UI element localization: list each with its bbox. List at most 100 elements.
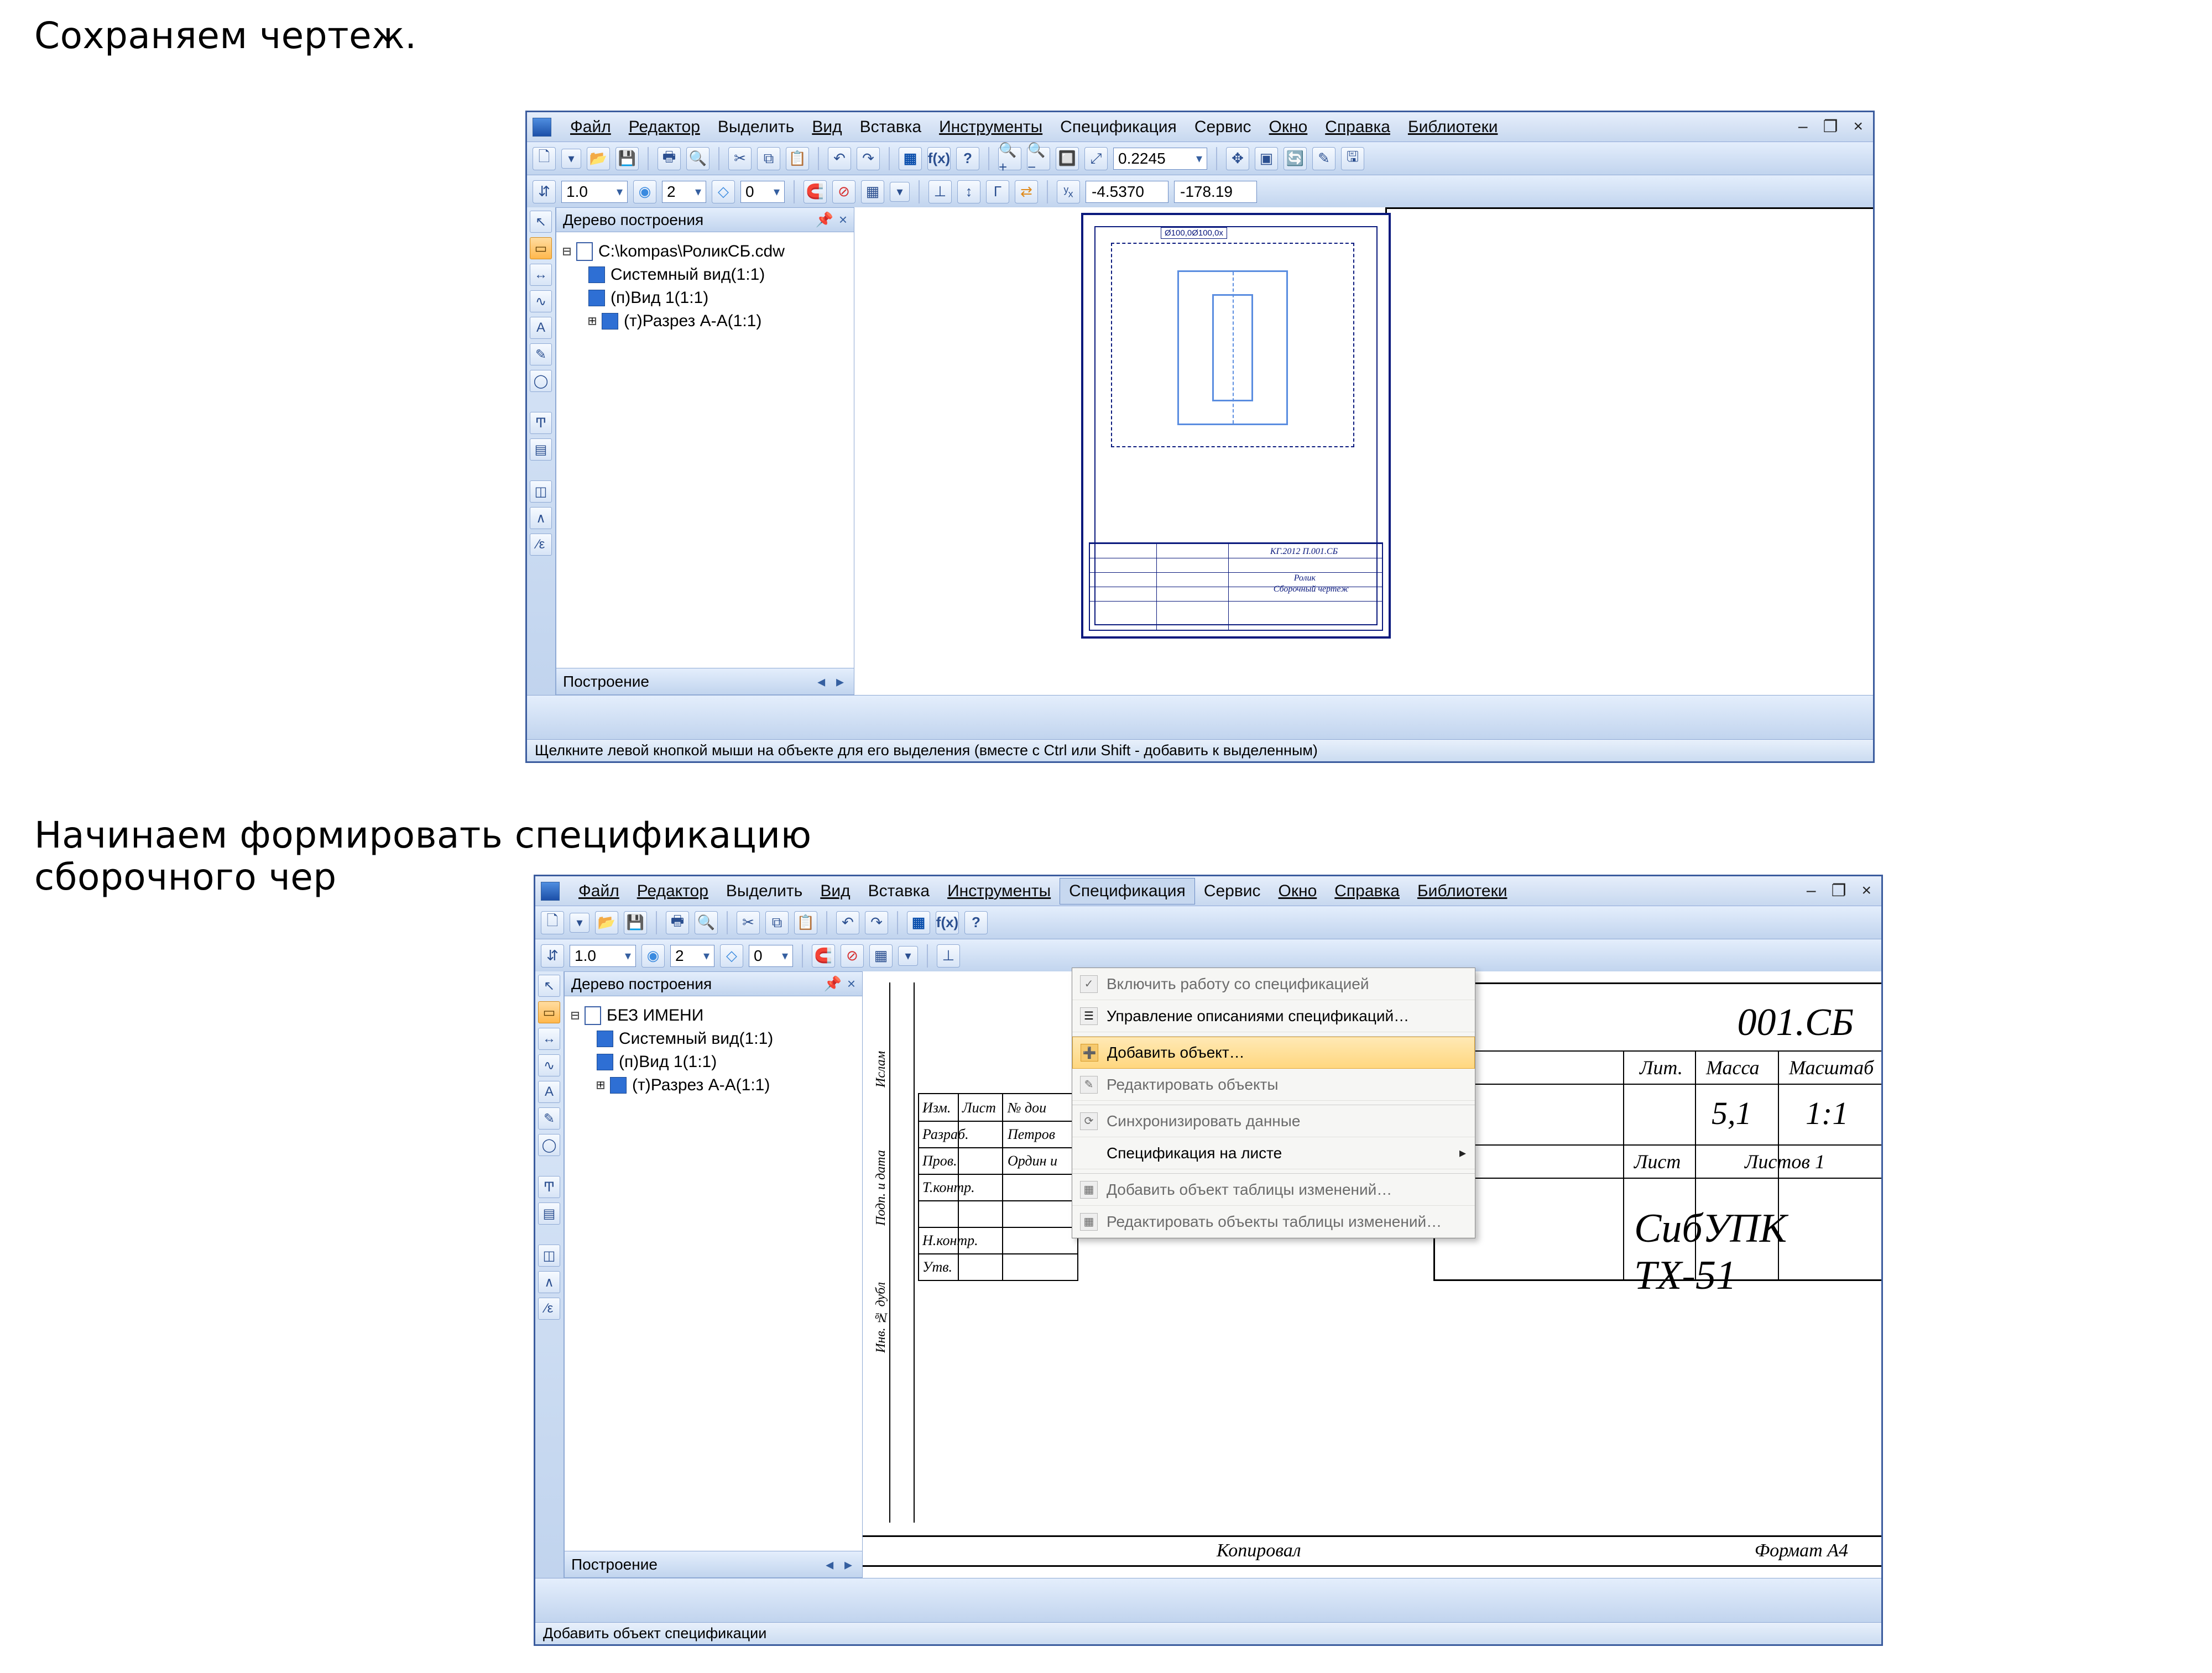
menu-select[interactable]: Выделить bbox=[709, 114, 803, 140]
tool-e[interactable]: ∕ε bbox=[538, 1298, 560, 1320]
style-field[interactable]: 0▾ bbox=[740, 181, 785, 203]
window-minimize-button[interactable]: – bbox=[1802, 881, 1820, 901]
menu-spec[interactable]: Спецификация bbox=[1051, 114, 1186, 140]
fx-button[interactable]: f(x) bbox=[927, 147, 951, 170]
refresh-button[interactable]: 🔄 bbox=[1284, 147, 1307, 170]
coord-x-field[interactable]: -4.5370 bbox=[1086, 181, 1168, 203]
grid-dropdown[interactable]: ▾ bbox=[890, 182, 910, 202]
menu-editor[interactable]: Редактор bbox=[620, 114, 709, 140]
window-restore-button[interactable]: ❐ bbox=[1827, 881, 1851, 901]
copy-button[interactable]: ⧉ bbox=[765, 911, 789, 934]
step-field[interactable]: 1.0▾ bbox=[561, 181, 628, 203]
save-button[interactable]: 💾 bbox=[615, 147, 639, 170]
tool-geometry[interactable]: ▭ bbox=[530, 237, 552, 259]
tree-tab-build[interactable]: Построение bbox=[563, 673, 649, 691]
drawing-canvas[interactable]: Ø100,0Ø100,0x КГ.2012 П.001.СБ Ролик Сбо… bbox=[854, 207, 1873, 695]
grid-dropdown[interactable]: ▾ bbox=[898, 946, 918, 966]
paste-button[interactable]: 📋 bbox=[794, 911, 817, 934]
layer-icon[interactable]: ◉ bbox=[641, 944, 665, 968]
tool-select[interactable]: ↖ bbox=[530, 211, 552, 233]
round-button[interactable]: Γ bbox=[986, 180, 1009, 203]
tool-symbol[interactable]: ∿ bbox=[538, 1054, 560, 1076]
tree-view-1[interactable]: (п)Вид 1(1:1) bbox=[597, 1053, 855, 1071]
tool-hatch[interactable]: ▤ bbox=[538, 1203, 560, 1225]
tree-close-icon[interactable]: × bbox=[839, 211, 847, 228]
dd-manage-spec[interactable]: ☰ Управление описаниями спецификаций… bbox=[1072, 1000, 1475, 1032]
menu-file[interactable]: Файл bbox=[561, 114, 620, 140]
window-close-button[interactable]: × bbox=[1857, 881, 1876, 901]
menu-file[interactable]: Файл bbox=[570, 879, 628, 904]
measure-button[interactable]: ✎ bbox=[1312, 147, 1335, 170]
zoom-in-button[interactable]: 🔍+ bbox=[998, 147, 1021, 170]
tool-e[interactable]: ∕ε bbox=[530, 534, 552, 556]
param-button[interactable]: ⇄ bbox=[1015, 180, 1038, 203]
copy-button[interactable]: ⧉ bbox=[757, 147, 780, 170]
tool-geometry[interactable]: ▭ bbox=[538, 1001, 560, 1023]
redo-button[interactable]: ↷ bbox=[865, 911, 888, 934]
tree-close-icon[interactable]: × bbox=[847, 975, 855, 992]
tool-select[interactable]: ↖ bbox=[538, 975, 560, 997]
tool-edit[interactable]: ✎ bbox=[538, 1107, 560, 1130]
print-button[interactable]: 🖶 bbox=[658, 147, 681, 170]
step-icon[interactable]: ⇵ bbox=[533, 180, 556, 203]
snap-magnet-icon[interactable]: 🧲 bbox=[804, 180, 827, 203]
preview-button[interactable]: 🔍 bbox=[695, 911, 718, 934]
tree-view-system[interactable]: Системный вид(1:1) bbox=[597, 1029, 855, 1048]
step-field[interactable]: 1.0▾ bbox=[570, 945, 636, 967]
layer-field[interactable]: 2▾ bbox=[670, 945, 714, 967]
tree-tab-arrows[interactable]: ◂ ▸ bbox=[817, 672, 847, 691]
zoom-value-field[interactable]: 0.2245▾ bbox=[1113, 148, 1207, 170]
tree-view-razrez[interactable]: +(т)Разрез А-А(1:1) bbox=[597, 1076, 855, 1095]
undo-button[interactable]: ↶ bbox=[836, 911, 859, 934]
open-button[interactable]: 📂 bbox=[595, 911, 618, 934]
new-button[interactable]: 🗋 bbox=[533, 147, 556, 170]
cut-button[interactable]: ✂ bbox=[737, 911, 760, 934]
tree-doc-row[interactable]: − БЕЗ ИМЕНИ bbox=[571, 1006, 855, 1025]
snap-off-icon[interactable]: ⊘ bbox=[832, 180, 855, 203]
dd-add-object[interactable]: ➕ Добавить объект… bbox=[1072, 1037, 1475, 1069]
help-button[interactable]: ? bbox=[956, 147, 979, 170]
style-icon[interactable]: ◇ bbox=[720, 944, 743, 968]
window-minimize-button[interactable]: – bbox=[1794, 117, 1812, 137]
open-button[interactable]: 📂 bbox=[587, 147, 610, 170]
menu-service[interactable]: Сервис bbox=[1186, 114, 1260, 140]
save-button[interactable]: 💾 bbox=[624, 911, 647, 934]
new-dropdown[interactable]: ▾ bbox=[561, 149, 581, 169]
cut-button[interactable]: ✂ bbox=[728, 147, 752, 170]
dd-spec-on-sheet[interactable]: Спецификация на листе ▸ bbox=[1072, 1137, 1475, 1169]
snap-magnet-icon[interactable]: 🧲 bbox=[812, 944, 835, 968]
undo-button[interactable]: ↶ bbox=[828, 147, 851, 170]
tool-para[interactable]: ∧ bbox=[530, 507, 552, 529]
tool-symbol[interactable]: ∿ bbox=[530, 290, 552, 312]
grid-button[interactable]: ▦ bbox=[869, 944, 893, 968]
tree-doc-row[interactable]: − C:\kompas\РоликСБ.cdw bbox=[563, 242, 847, 261]
redo-button[interactable]: ↷ bbox=[857, 147, 880, 170]
tool-param[interactable]: ◯ bbox=[530, 370, 552, 392]
snap-off-icon[interactable]: ⊘ bbox=[841, 944, 864, 968]
menu-insert[interactable]: Вставка bbox=[851, 114, 931, 140]
rebuild-button[interactable]: ▣ bbox=[1255, 147, 1278, 170]
fx-button[interactable]: f(x) bbox=[936, 911, 959, 934]
new-dropdown[interactable]: ▾ bbox=[570, 913, 589, 933]
layer-icon[interactable]: ◉ bbox=[633, 180, 656, 203]
print-button[interactable]: 🖶 bbox=[666, 911, 689, 934]
menu-view[interactable]: Вид bbox=[811, 879, 859, 904]
tool-dimension[interactable]: ↔ bbox=[530, 264, 552, 286]
menu-tools[interactable]: Инструменты bbox=[938, 879, 1060, 904]
menu-window[interactable]: Окно bbox=[1270, 879, 1326, 904]
style-field[interactable]: 0▾ bbox=[749, 945, 793, 967]
tree-pin-icon[interactable]: 📌 bbox=[823, 975, 841, 992]
style-icon[interactable]: ◇ bbox=[712, 180, 735, 203]
menu-view[interactable]: Вид bbox=[803, 114, 851, 140]
menu-window[interactable]: Окно bbox=[1260, 114, 1317, 140]
window-close-button[interactable]: × bbox=[1849, 117, 1867, 137]
grid-button[interactable]: ▦ bbox=[861, 180, 884, 203]
tool-dimension[interactable]: ↔ bbox=[538, 1028, 560, 1050]
paste-button[interactable]: 📋 bbox=[786, 147, 809, 170]
tree-pin-icon[interactable]: 📌 bbox=[815, 211, 833, 228]
menu-service[interactable]: Сервис bbox=[1195, 879, 1270, 904]
ortho-button[interactable]: ⊥ bbox=[928, 180, 952, 203]
layer-field[interactable]: 2▾ bbox=[662, 181, 706, 203]
menu-help[interactable]: Справка bbox=[1316, 114, 1399, 140]
axis-button[interactable]: ↕ bbox=[957, 180, 980, 203]
